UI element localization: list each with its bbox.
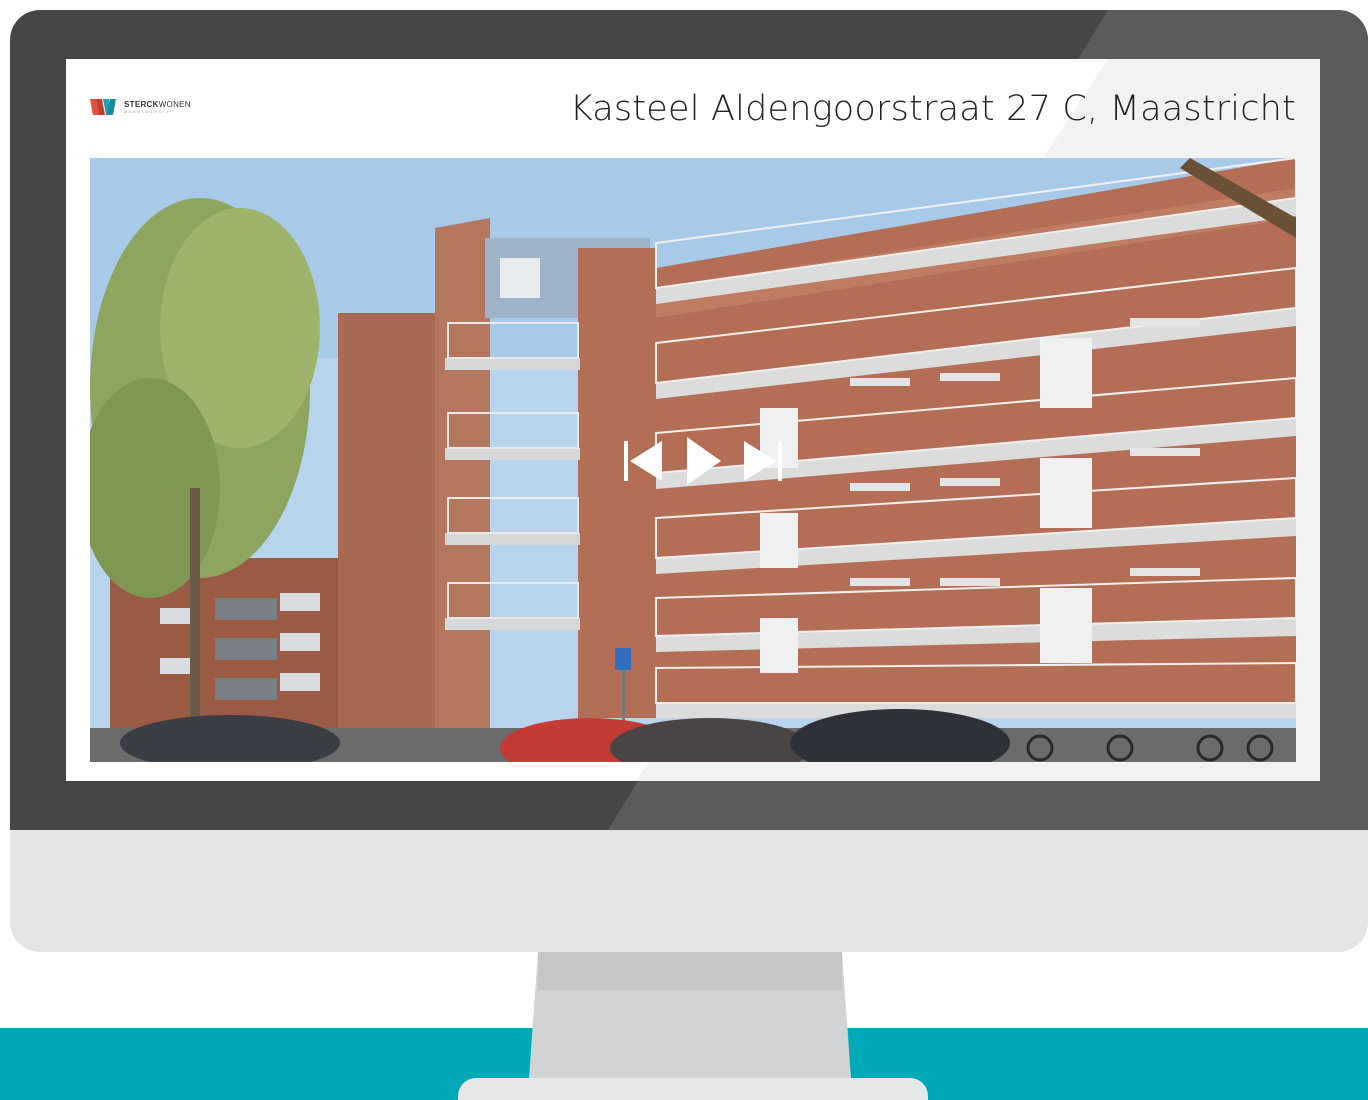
previous-slide-button[interactable] [618, 435, 670, 487]
sw-logo-icon [90, 99, 116, 115]
sterck-wonen-logo[interactable]: STERCKWONEN MAKELAARDIJ [90, 97, 191, 117]
play-icon [687, 437, 721, 485]
next-slide-button[interactable] [736, 435, 788, 487]
monitor-stand-foot [458, 1078, 928, 1100]
play-button[interactable] [677, 435, 729, 487]
monitor-chin [10, 830, 1368, 952]
monitor-screen: STERCKWONEN MAKELAARDIJ Kasteel Aldengoo… [66, 59, 1320, 781]
logo-name: STERCKWONEN [124, 99, 191, 109]
logo-tagline: MAKELAARDIJ [124, 108, 170, 114]
monitor-stand-shadow [538, 952, 842, 990]
logo-text: STERCKWONEN MAKELAARDIJ [124, 99, 191, 114]
property-address-title: Kasteel Aldengoorstraat 27 C, Maastricht [569, 89, 1296, 129]
logo-name-bold: STERCK [124, 99, 159, 109]
skip-next-icon [744, 441, 782, 481]
skip-previous-icon [624, 441, 662, 481]
property-photo[interactable] [90, 158, 1296, 762]
logo-name-light: WONEN [158, 99, 191, 109]
slideshow-controls [618, 431, 788, 491]
